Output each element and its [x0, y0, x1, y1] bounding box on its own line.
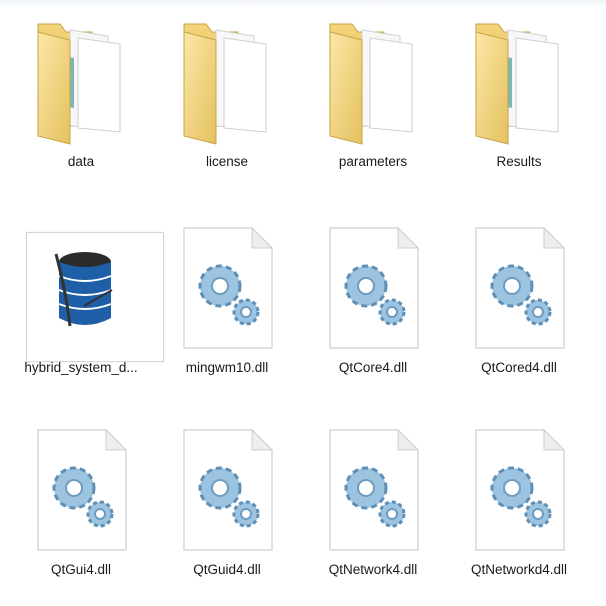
dll-gears-icon	[300, 416, 446, 556]
item-label: QtGuid4.dll	[193, 562, 261, 577]
folder-icon	[8, 8, 154, 148]
item-label: QtNetworkd4.dll	[470, 562, 568, 577]
file-item-hybrid-system[interactable]: hybrid_system_d...	[8, 214, 164, 396]
folder-icon	[300, 8, 446, 148]
folder-icon	[446, 8, 592, 148]
file-item-qtgui4[interactable]: QtGui4.dll	[8, 416, 154, 598]
item-label: license	[205, 154, 249, 169]
folder-item-parameters[interactable]: parameters	[300, 8, 446, 190]
folder-item-results[interactable]: Results	[446, 8, 592, 190]
item-label: Results	[496, 154, 542, 169]
dll-gears-icon	[154, 214, 300, 354]
folder-item-license[interactable]: license	[154, 8, 300, 190]
dll-gears-icon	[8, 416, 154, 556]
file-item-qtguid4[interactable]: QtGuid4.dll	[154, 416, 300, 598]
database-app-icon	[8, 214, 154, 354]
dll-gears-icon	[300, 214, 446, 354]
file-item-mingwm10[interactable]: mingwm10.dll	[154, 214, 300, 396]
file-explorer-view: data license parameters Results hybrid_s…	[0, 0, 606, 606]
item-label: parameters	[338, 154, 408, 169]
item-label: hybrid_system_d...	[24, 360, 138, 375]
file-item-qtcore4[interactable]: QtCore4.dll	[300, 214, 446, 396]
dll-gears-icon	[446, 214, 592, 354]
item-label: QtCored4.dll	[481, 360, 557, 375]
file-icon-grid: data license parameters Results hybrid_s…	[0, 0, 606, 606]
folder-item-data[interactable]: data	[8, 8, 154, 190]
item-label: mingwm10.dll	[185, 360, 269, 375]
file-item-qtnetworkd4[interactable]: QtNetworkd4.dll	[446, 416, 592, 598]
file-item-qtcored4[interactable]: QtCored4.dll	[446, 214, 592, 396]
file-item-qtnetwork4[interactable]: QtNetwork4.dll	[300, 416, 446, 598]
item-label: QtCore4.dll	[338, 360, 408, 375]
item-label: QtGui4.dll	[50, 562, 112, 577]
item-label: QtNetwork4.dll	[328, 562, 418, 577]
dll-gears-icon	[446, 416, 592, 556]
folder-icon	[154, 8, 300, 148]
dll-gears-icon	[154, 416, 300, 556]
item-label: data	[67, 154, 95, 169]
